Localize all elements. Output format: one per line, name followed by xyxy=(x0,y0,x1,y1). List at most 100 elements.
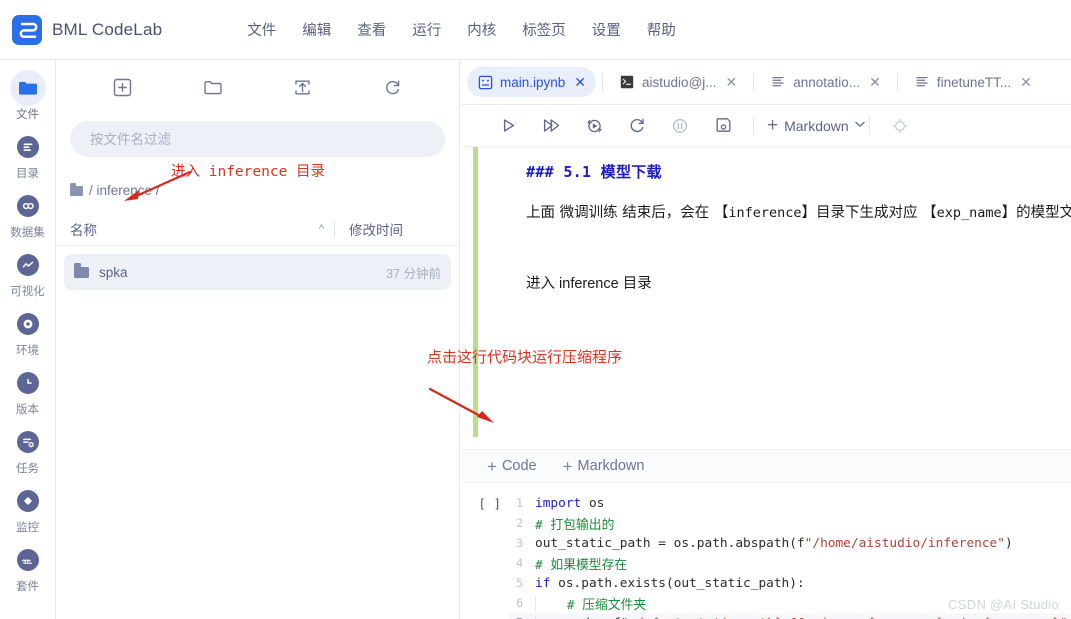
upload-button[interactable] xyxy=(285,71,319,105)
close-icon[interactable]: ✕ xyxy=(1020,75,1032,89)
restart-run-all-button[interactable] xyxy=(577,111,611,141)
header-divider xyxy=(334,220,335,237)
close-icon[interactable]: ✕ xyxy=(726,75,738,89)
plus-icon: + xyxy=(487,456,497,476)
sidebar-item-outline[interactable]: 目录 xyxy=(0,127,56,183)
menu-edit[interactable]: 编辑 xyxy=(289,13,344,46)
column-header-modified[interactable]: 修改时间 xyxy=(349,219,445,239)
code-line-active[interactable]: 7 cmd = f"cd {out_static_path} && zip -r… xyxy=(509,613,1071,619)
toolbar-separator xyxy=(753,116,754,135)
sidebar-item-environment[interactable]: 环境 xyxy=(0,304,56,360)
bml-logo-icon xyxy=(12,14,42,45)
run-cell-button[interactable] xyxy=(491,111,525,141)
tab-label: annotatio... xyxy=(793,74,861,90)
code-line[interactable]: 5 if os.path.exists(out_static_path): xyxy=(509,573,1071,593)
md-part-1: inference xyxy=(728,205,802,221)
notebook-icon xyxy=(477,74,493,90)
add-markdown-label: Markdown xyxy=(577,458,645,474)
markdown-cell[interactable]: ### 5.1 模型下载 上面 微调训练 结束后，会在 【inference】目… xyxy=(461,147,1071,449)
code-line[interactable]: 4 # 如果模型存在 xyxy=(509,553,1071,573)
sidebar-item-visualization[interactable]: 可视化 xyxy=(0,245,56,301)
notebook-area: main.ipynb ✕ aistudio@j... ✕ annotatio..… xyxy=(461,60,1071,619)
line-number: 4 xyxy=(516,556,523,570)
monitor-icon xyxy=(16,490,39,512)
sort-ascending-icon[interactable]: ^ xyxy=(319,223,324,235)
code-line[interactable]: 2 # 打包输出的 xyxy=(509,513,1071,533)
sidebar-label-suite: 套件 xyxy=(16,581,39,593)
code-cell-prompt: [ ] xyxy=(478,496,501,511)
md-part-4: 】的模型文件 xyxy=(1001,205,1071,221)
code-token: os.path.exists(out_static_path): xyxy=(550,575,805,591)
chevron-down-icon xyxy=(855,120,865,131)
file-filter[interactable] xyxy=(70,121,445,157)
save-notebook-button[interactable] xyxy=(706,111,740,141)
sidebar-label-version: 版本 xyxy=(16,404,39,416)
menu-run[interactable]: 运行 xyxy=(399,13,454,46)
file-name: spka xyxy=(99,264,128,280)
new-launcher-button[interactable] xyxy=(106,71,140,105)
interrupt-kernel-button[interactable] xyxy=(663,111,697,141)
menu-items: 文件 编辑 查看 运行 内核 标签页 设置 帮助 xyxy=(234,13,689,46)
folder-icon xyxy=(17,77,39,99)
code-line[interactable]: 3 out_static_path = os.path.abspath(f "/h… xyxy=(509,533,1071,553)
editor-tab-bar: main.ipynb ✕ aistudio@j... ✕ annotatio..… xyxy=(461,60,1071,105)
close-icon[interactable]: ✕ xyxy=(869,75,881,89)
refresh-button[interactable] xyxy=(375,71,409,105)
md-part-2: 】目录下生成对应 【 xyxy=(801,205,937,221)
file-list-header: 名称 ^ 修改时间 xyxy=(56,212,459,246)
menu-settings[interactable]: 设置 xyxy=(579,13,634,46)
run-all-button[interactable] xyxy=(534,111,568,141)
tab-finetune-file[interactable]: finetuneTT... ✕ xyxy=(904,67,1042,97)
close-icon[interactable]: ✕ xyxy=(574,75,586,89)
file-browser-toolbar xyxy=(56,60,459,115)
menu-kernel[interactable]: 内核 xyxy=(454,13,509,46)
left-icon-rail: 文件 目录 数据集 可视化 环境 版本 任务 监控 套件 xyxy=(0,60,56,619)
menu-help[interactable]: 帮助 xyxy=(634,13,689,46)
sidebar-item-version[interactable]: 版本 xyxy=(0,363,56,419)
menu-file[interactable]: 文件 xyxy=(234,13,289,46)
add-code-cell-button[interactable]: + Code xyxy=(487,458,537,475)
table-row[interactable]: spka 37 分钟前 xyxy=(64,254,451,290)
tab-annotation-file[interactable]: annotatio... ✕ xyxy=(760,67,891,97)
brand[interactable]: BML CodeLab xyxy=(12,14,162,45)
md-part-0: 上面 微调训练 结束后，会在 【 xyxy=(526,205,729,221)
add-markdown-cell-button[interactable]: + Markdown xyxy=(563,458,645,475)
task-add-icon xyxy=(16,431,39,453)
sidebar-item-task[interactable]: 任务 xyxy=(0,422,56,478)
tab-main-ipynb[interactable]: main.ipynb ✕ xyxy=(467,67,597,97)
sidebar-item-files[interactable]: 文件 xyxy=(0,68,56,124)
clock-icon xyxy=(16,372,39,394)
add-cell-bar: + Code + Markdown xyxy=(461,449,1071,483)
breadcrumb[interactable]: / inference / xyxy=(70,182,459,198)
file-browser-panel: / inference / 名称 ^ 修改时间 spka 37 分钟前 进入 i… xyxy=(56,60,460,619)
add-code-label: Code xyxy=(501,458,537,474)
md-part-3: exp_name xyxy=(936,205,1002,221)
tab-terminal[interactable]: aistudio@j... ✕ xyxy=(609,67,747,97)
folder-icon xyxy=(74,263,89,278)
sidebar-label-environment: 环境 xyxy=(16,345,39,357)
new-folder-button[interactable] xyxy=(196,71,230,105)
suite-icon xyxy=(16,549,39,571)
code-line[interactable]: 1 import os xyxy=(509,493,1071,513)
cell-type-selector[interactable]: + Markdown xyxy=(767,116,865,135)
menu-view[interactable]: 查看 xyxy=(344,13,399,46)
column-header-name[interactable]: 名称 xyxy=(70,219,319,239)
plus-icon: + xyxy=(767,115,779,136)
menu-tabs[interactable]: 标签页 xyxy=(509,13,579,46)
file-filter-input[interactable] xyxy=(90,131,425,147)
line-number: 6 xyxy=(516,596,523,610)
notebook-toolbar: + Markdown xyxy=(461,105,1071,147)
annotation-run-this-code-cell: 点击这行代码块运行压缩程序 xyxy=(427,348,623,366)
code-token: "/home/aistudio/inference" xyxy=(804,535,1005,551)
text-file-icon xyxy=(914,74,930,90)
code-token: # 如果模型存在 xyxy=(535,557,628,573)
dataset-icon xyxy=(16,195,39,217)
kernel-idle-icon[interactable] xyxy=(883,111,917,141)
sidebar-label-monitor: 监控 xyxy=(16,522,39,534)
sidebar-item-suite[interactable]: 套件 xyxy=(0,540,56,596)
restart-kernel-button[interactable] xyxy=(620,111,654,141)
sidebar-item-dataset[interactable]: 数据集 xyxy=(0,186,56,242)
menubar: BML CodeLab 文件 编辑 查看 运行 内核 标签页 设置 帮助 xyxy=(0,0,1071,60)
sidebar-item-monitor[interactable]: 监控 xyxy=(0,481,56,537)
code-token: ) xyxy=(1004,535,1013,551)
